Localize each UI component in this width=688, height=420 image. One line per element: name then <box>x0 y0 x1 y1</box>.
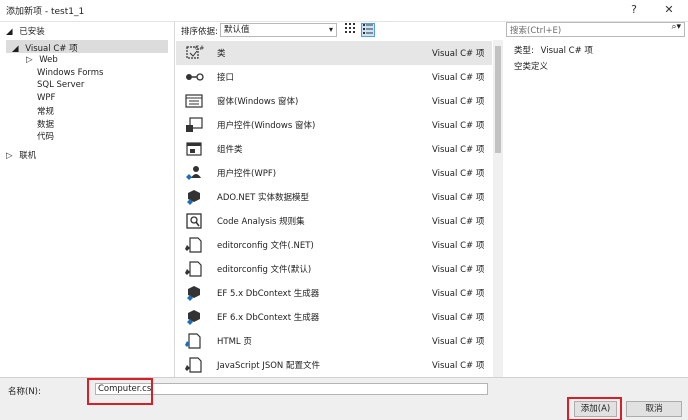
tree-node-general[interactable]: 常规 <box>37 105 54 117</box>
item-type: Visual C# 项 <box>432 337 485 347</box>
sort-dropdown[interactable]: 默认值 ▾ <box>220 23 337 37</box>
item-name: 类 <box>217 49 226 59</box>
close-button[interactable]: ✕ <box>655 1 683 19</box>
search-icon[interactable]: ⌕▾ <box>671 22 681 32</box>
svg-text:C#: C# <box>195 45 204 52</box>
window-title: 添加新项 - test1_1 <box>6 7 85 17</box>
item-name: HTML 页 <box>217 337 252 347</box>
cancel-button[interactable]: 取消 <box>626 401 682 417</box>
item-name: EF 5.x DbContext 生成器 <box>217 289 320 299</box>
tree-node-wpf[interactable]: WPF <box>37 93 55 103</box>
list-item[interactable]: JavaScript JSON 配置文件 Visual C# 项 <box>176 353 492 377</box>
help-button[interactable]: ? <box>620 1 648 19</box>
html-icon <box>184 332 204 350</box>
item-type: Visual C# 项 <box>432 49 485 59</box>
template-list: C# 类 Visual C# 项 接口 Visual C# 项 窗体(Windo… <box>176 40 506 377</box>
code-analysis-icon <box>184 212 204 230</box>
component-icon <box>184 140 204 158</box>
item-type: Visual C# 项 <box>432 241 485 251</box>
tree-node-web[interactable]: ▷ Web <box>26 55 58 65</box>
tree-node-online[interactable]: ▷ 联机 <box>6 149 36 161</box>
tree-node-windows-forms[interactable]: Windows Forms <box>37 68 104 78</box>
item-name: ADO.NET 实体数据模型 <box>217 193 310 203</box>
scrollbar-thumb[interactable] <box>495 46 501 153</box>
item-name: 接口 <box>217 73 235 83</box>
expanded-arrow-icon[interactable]: ◢ <box>12 44 19 54</box>
list-item[interactable]: EF 5.x DbContext 生成器 Visual C# 项 <box>176 281 492 305</box>
tree-node-sql-server[interactable]: SQL Server <box>37 80 84 90</box>
list-item[interactable]: HTML 页 Visual C# 项 <box>176 329 492 353</box>
add-button-highlight <box>567 397 622 420</box>
tree-node-installed[interactable]: ◢ 已安装 <box>6 25 45 37</box>
list-item[interactable]: 窗体(Windows 窗体) Visual C# 项 <box>176 89 492 113</box>
list-item[interactable]: editorconfig 文件(默认) Visual C# 项 <box>176 257 492 281</box>
details-description: 空类定义 <box>514 62 549 72</box>
item-name: 组件类 <box>217 145 243 155</box>
collapsed-arrow-icon[interactable]: ▷ <box>6 151 13 161</box>
class-icon: C# <box>184 44 204 62</box>
details-type-label: 类型: <box>514 46 534 56</box>
editorconfig-icon <box>184 260 204 278</box>
interface-icon <box>184 68 204 86</box>
name-label: 名称(N): <box>8 387 41 397</box>
list-item[interactable]: 组件类 Visual C# 项 <box>176 137 492 161</box>
item-type: Visual C# 项 <box>432 121 485 131</box>
item-type: Visual C# 项 <box>432 193 485 203</box>
list-item[interactable]: Code Analysis 规则集 Visual C# 项 <box>176 209 492 233</box>
list-item[interactable]: editorconfig 文件(.NET) Visual C# 项 <box>176 233 492 257</box>
collapsed-arrow-icon[interactable]: ▷ <box>26 55 33 65</box>
list-scrollbar[interactable] <box>493 40 503 377</box>
item-name: editorconfig 文件(.NET) <box>217 241 314 251</box>
sort-label: 排序依据: <box>181 27 218 37</box>
name-input[interactable]: Computer.cs <box>95 383 488 395</box>
ado-net-icon <box>184 188 204 206</box>
details-type: 类型: Visual C# 项 <box>514 44 593 56</box>
item-type: Visual C# 项 <box>432 145 485 155</box>
item-type: Visual C# 项 <box>432 313 485 323</box>
expanded-arrow-icon[interactable]: ◢ <box>6 27 13 37</box>
wpf-user-control-icon <box>184 164 204 182</box>
item-name: 窗体(Windows 窗体) <box>217 97 299 107</box>
form-icon <box>184 92 204 110</box>
title-bar: 添加新项 - test1_1 ? ✕ <box>0 0 688 22</box>
item-type: Visual C# 项 <box>432 169 485 179</box>
name-input-highlight <box>87 378 153 405</box>
item-name: EF 6.x DbContext 生成器 <box>217 313 320 323</box>
list-item[interactable]: 用户控件(WPF) Visual C# 项 <box>176 161 492 185</box>
tree-node-visual-csharp[interactable]: ◢ Visual C# 项 <box>12 42 78 54</box>
item-type: Visual C# 项 <box>432 289 485 299</box>
template-tree: ◢ 已安装 ◢ Visual C# 项 ▷ Web Windows Forms … <box>0 22 175 377</box>
list-item[interactable]: EF 6.x DbContext 生成器 Visual C# 项 <box>176 305 492 329</box>
sort-value: 默认值 <box>224 25 250 35</box>
details-type-value: Visual C# 项 <box>540 46 593 56</box>
list-item[interactable]: C# 类 Visual C# 项 <box>176 41 492 65</box>
user-control-icon <box>184 116 204 134</box>
item-name: 用户控件(WPF) <box>217 169 277 179</box>
ef-icon <box>184 284 204 302</box>
json-icon <box>184 356 204 374</box>
list-item[interactable]: ADO.NET 实体数据模型 Visual C# 项 <box>176 185 492 209</box>
list-item[interactable]: 接口 Visual C# 项 <box>176 65 492 89</box>
item-type: Visual C# 项 <box>432 265 485 275</box>
search-input[interactable]: 搜索(Ctrl+E) ⌕▾ <box>506 22 685 37</box>
item-type: Visual C# 项 <box>432 73 485 83</box>
tree-node-data[interactable]: 数据 <box>37 118 54 130</box>
item-name: Code Analysis 规则集 <box>217 217 305 227</box>
item-type: Visual C# 项 <box>432 361 485 371</box>
name-bar: 名称(N): Computer.cs 添加(A) 取消 <box>0 377 688 420</box>
chevron-down-icon: ▾ <box>328 25 333 34</box>
item-name: JavaScript JSON 配置文件 <box>217 361 320 371</box>
item-type: Visual C# 项 <box>432 97 485 107</box>
sort-toolbar: 排序依据: 默认值 ▾ <box>176 22 506 40</box>
item-name: 用户控件(Windows 窗体) <box>217 121 316 131</box>
grid-view-icon[interactable] <box>343 23 357 37</box>
ef-icon <box>184 308 204 326</box>
item-name: editorconfig 文件(默认) <box>217 265 312 275</box>
tree-node-code[interactable]: 代码 <box>37 130 54 142</box>
search-placeholder: 搜索(Ctrl+E) <box>510 26 562 36</box>
item-type: Visual C# 项 <box>432 217 485 227</box>
list-view-icon[interactable] <box>361 23 375 37</box>
editorconfig-icon <box>184 236 204 254</box>
list-item[interactable]: 用户控件(Windows 窗体) Visual C# 项 <box>176 113 492 137</box>
